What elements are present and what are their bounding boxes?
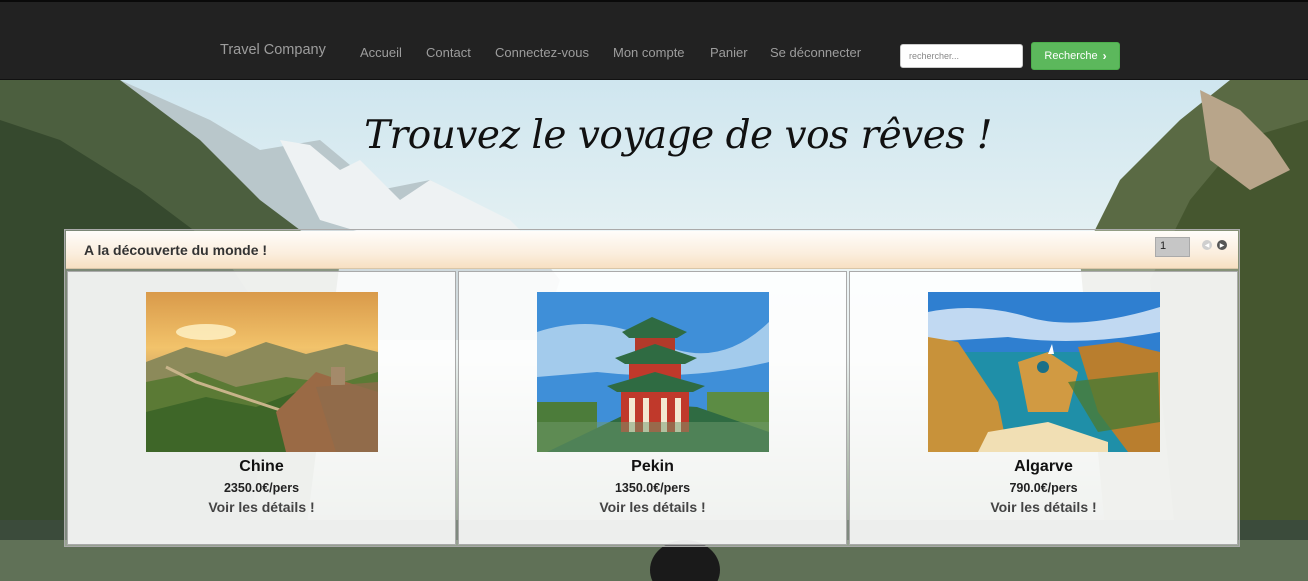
destination-card-algarve: Algarve 790.0€/pers Voir les détails ! [849,271,1238,545]
nav-link-logout[interactable]: Se déconnecter [770,45,861,60]
nav-link-login[interactable]: Connectez-vous [495,45,589,60]
details-link[interactable]: Voir les détails ! [459,499,846,515]
destination-price: 790.0€/pers [1009,481,1078,495]
destination-name: Algarve [1014,458,1073,475]
panel-title: A la découverte du monde ! [84,242,268,258]
panel-header: A la découverte du monde ! 1 ◀ ▶ [66,231,1238,269]
nav-link-cart[interactable]: Panier [710,45,748,60]
next-page-icon[interactable]: ▶ [1217,240,1227,250]
destinations-panel: A la découverte du monde ! 1 ◀ ▶ Chine 2… [64,229,1240,547]
top-navbar: Travel Company Accueil Contact Connectez… [0,0,1308,80]
destination-price: 1350.0€/pers [614,481,691,495]
details-link[interactable]: Voir les détails ! [68,499,455,515]
search-input[interactable] [900,44,1023,68]
destination-name: Chine [239,458,284,475]
destination-card-chine: Chine 2350.0€/pers Voir les détails ! [67,271,456,545]
pagoda-image[interactable] [537,292,769,452]
nav-link-account[interactable]: Mon compte [613,45,685,60]
brand-logo[interactable]: Travel Company [220,42,326,58]
coastal-cliffs-image[interactable] [928,292,1160,452]
details-link[interactable]: Voir les détails ! [850,499,1237,515]
previous-page-icon[interactable]: ◀ [1202,240,1212,250]
chevron-right-icon: › [1102,49,1107,63]
search-button[interactable]: Recherche › [1031,42,1120,70]
nav-link-accueil[interactable]: Accueil [360,45,402,60]
destination-name: Pekin [631,458,674,475]
destination-price: 2350.0€/pers [223,481,300,495]
hero-title: Trouvez le voyage de vos rêves ! [364,113,992,158]
page-number-field[interactable]: 1 [1155,237,1190,257]
great-wall-image[interactable] [146,292,378,452]
destination-card-pekin: Pekin 1350.0€/pers Voir les détails ! [458,271,847,545]
nav-link-contact[interactable]: Contact [426,45,471,60]
search-button-label: Recherche [1044,50,1098,62]
